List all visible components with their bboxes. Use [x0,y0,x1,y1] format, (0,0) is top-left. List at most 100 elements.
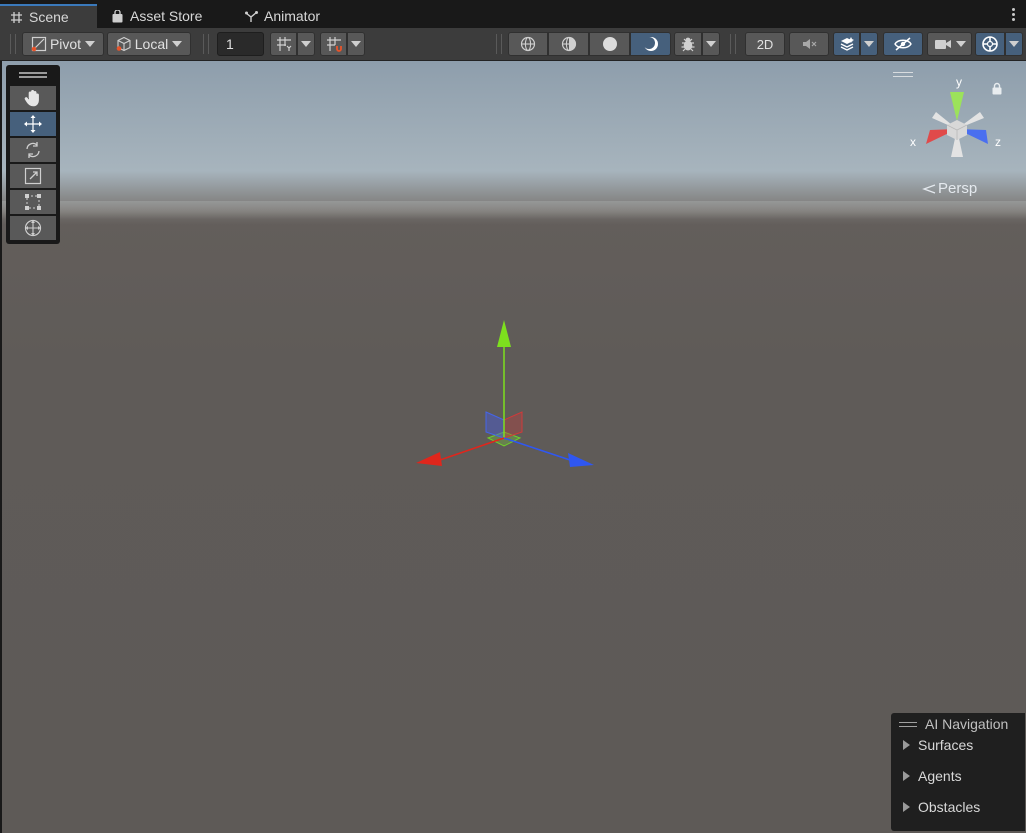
chevron-down-icon [1009,41,1019,47]
overlay-grip[interactable] [19,72,47,78]
gizmo-y-label: y [956,75,962,89]
2d-mode-toggle[interactable]: 2D [745,32,785,56]
gizmo-x-label: x [910,135,916,149]
move-tool-button[interactable] [10,112,56,136]
shaded-wireframe-sphere-icon [561,36,576,52]
scene-visibility-toggle[interactable] [883,32,923,56]
2d-label: 2D [756,36,774,52]
horizon [2,201,1026,225]
move-arrows-icon [24,115,42,133]
grid-snap-dropdown[interactable] [347,32,365,56]
scale-tool-button[interactable] [10,164,56,188]
z-axis-arrow[interactable] [568,453,594,467]
grid-snap-icon [326,37,342,52]
toolbar-grip[interactable] [203,34,209,54]
wireframe-shading-button[interactable] [508,32,548,56]
expand-arrow-icon[interactable] [903,771,910,781]
debug-draw-mode-button[interactable] [674,32,702,56]
tab-label: Asset Store [130,8,203,24]
local-label: Local [134,36,169,52]
overlay-grip[interactable] [899,721,917,727]
ai-navigation-overlay: AI Navigation Surfaces Agents Obstacles [891,713,1025,831]
grid-size-field[interactable]: 1 [217,32,264,56]
chevron-down-icon [85,41,96,47]
move-gizmo[interactable] [400,310,610,490]
expand-arrow-icon[interactable] [903,802,910,812]
ai-nav-item-obstacles[interactable]: Obstacles [903,799,980,815]
wireframe-sphere-icon [520,36,536,52]
tab-animator[interactable]: Animator [235,4,330,28]
chevron-down-icon [955,41,966,47]
projection-label: Persp [938,180,978,197]
ai-navigation-title: AI Navigation [925,716,1009,732]
chevron-down-icon [172,41,183,47]
tab-bar: Scene Asset Store Animator [0,0,1026,28]
ai-nav-item-label: Surfaces [918,737,974,753]
gizmo-icon [982,36,998,52]
expand-arrow-icon[interactable] [903,740,910,750]
projection-toggle[interactable]: Persp [922,180,977,197]
shaded-button[interactable] [589,32,630,56]
ai-nav-item-agents[interactable]: Agents [903,768,962,784]
chevron-down-icon [301,41,311,47]
toolbar-grip[interactable] [730,34,736,54]
effects-toggle[interactable] [833,32,860,56]
local-cube-icon [116,36,131,52]
bag-icon [112,9,123,22]
grid-icon [11,11,22,23]
scene-toolbar: Pivot Local 1 2D [0,28,1026,61]
hand-icon [24,90,39,107]
ai-nav-item-surfaces[interactable]: Surfaces [903,737,973,753]
x-axis-arrow[interactable] [416,452,442,466]
chevron-down-icon [351,41,361,47]
shaded-sphere-icon [602,37,617,51]
toolbar-grip[interactable] [10,34,16,54]
effects-dropdown[interactable] [860,32,878,56]
more-options-icon[interactable] [1012,8,1016,23]
grid-snap-button[interactable] [320,32,347,56]
chevron-down-icon [706,41,716,47]
hand-tool-button[interactable] [10,86,56,110]
toolbar-grip[interactable] [496,34,502,54]
grid-y-icon [276,37,291,51]
tools-overlay [6,65,60,244]
bug-icon [681,37,695,52]
ai-nav-item-label: Obstacles [918,799,981,815]
crescent-moon-icon [642,37,658,51]
pivot-label: Pivot [49,36,82,52]
shaded-wireframe-button[interactable] [548,32,589,56]
effects-layers-icon [840,37,854,51]
scale-icon [24,167,42,185]
rotate-tool-button[interactable] [10,138,56,162]
pivot-icon [31,36,47,52]
tab-label: Animator [264,8,321,24]
lit-shading-button[interactable] [630,32,671,56]
animator-icon [245,10,258,22]
eye-hidden-icon [894,37,912,51]
transform-tool-button[interactable] [10,216,56,240]
audio-muted-icon [803,39,817,49]
audio-toggle[interactable] [789,32,829,56]
y-axis-arrow[interactable] [497,320,511,347]
transform-all-icon [24,219,42,237]
rect-tool-button[interactable] [10,190,56,214]
gizmo-y-cone[interactable] [950,92,964,121]
gizmos-toggle[interactable] [975,32,1005,56]
camera-settings-dropdown[interactable] [927,32,972,56]
tab-asset-store[interactable]: Asset Store [101,4,212,28]
orientation-gizmo[interactable]: y x z [910,74,1010,169]
ai-navigation-header[interactable]: AI Navigation [899,716,1008,732]
perspective-icon [922,183,936,194]
grid-visibility-dropdown[interactable] [297,32,315,56]
grid-visibility-button[interactable] [270,32,297,56]
tab-scene[interactable]: Scene [0,4,97,28]
pivot-dropdown[interactable]: Pivot [22,32,104,56]
ai-nav-item-label: Agents [918,768,962,784]
debug-draw-mode-dropdown[interactable] [702,32,720,56]
rotate-icon [26,142,40,158]
chevron-down-icon [864,41,874,47]
local-dropdown[interactable]: Local [107,32,191,56]
rect-transform-icon [25,194,41,210]
gizmos-dropdown[interactable] [1005,32,1023,56]
tab-label: Scene [29,9,69,25]
